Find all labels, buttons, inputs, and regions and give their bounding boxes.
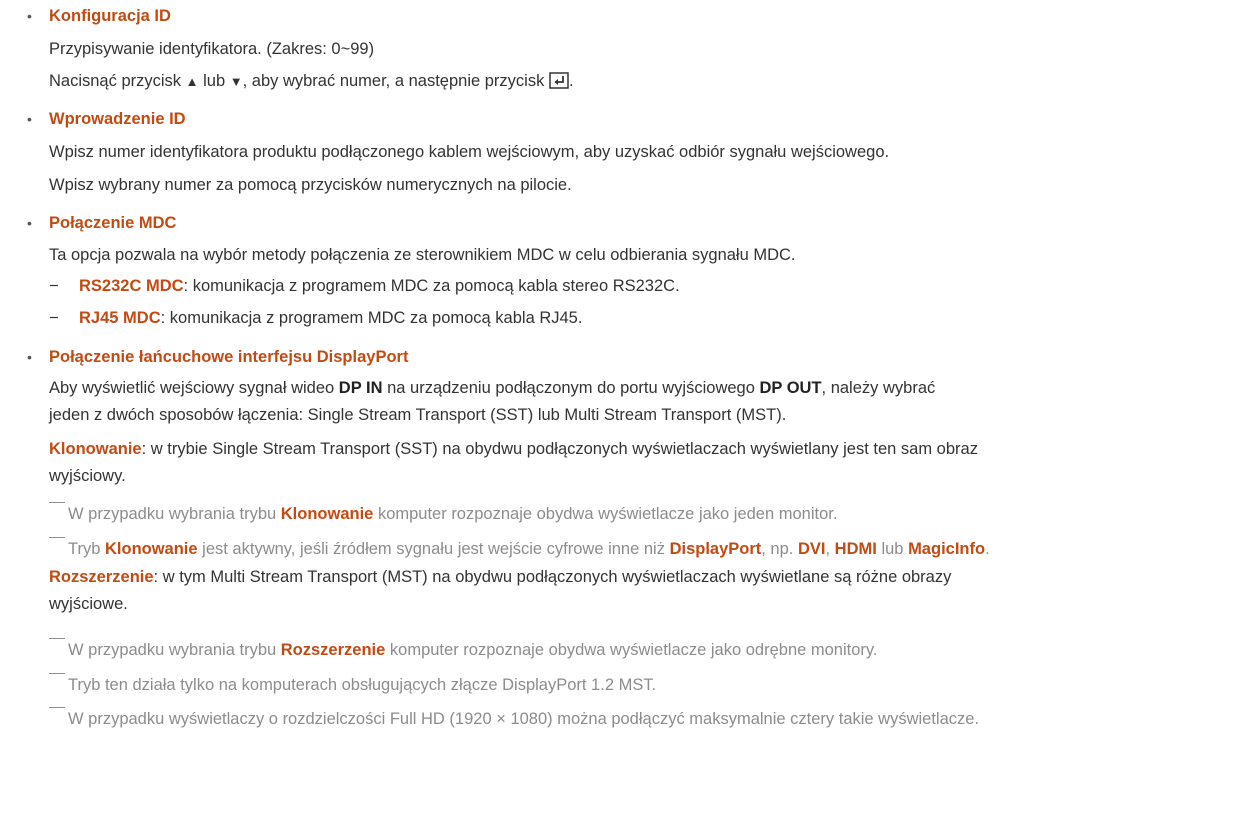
manual-page: • Konfiguracja ID Przypisywanie identyfi… xyxy=(0,0,1248,823)
up-arrow-icon: ▲ xyxy=(185,74,199,89)
bullet: • xyxy=(27,215,32,231)
bullet: • xyxy=(27,8,32,24)
note-icon xyxy=(49,537,65,550)
note-icon xyxy=(49,707,65,720)
section-title: Konfiguracja ID xyxy=(49,7,171,25)
note-icon xyxy=(49,502,65,515)
enter-key-icon xyxy=(549,71,569,97)
section-title: Połączenie łańcuchowe interfejsu Display… xyxy=(49,348,409,366)
note-icon xyxy=(49,673,65,686)
down-arrow-icon: ▼ xyxy=(229,74,243,89)
bullet: • xyxy=(27,111,32,127)
note-icon xyxy=(49,638,65,651)
dash: − xyxy=(49,277,59,295)
dash: − xyxy=(49,309,59,327)
section-title: Wprowadzenie ID xyxy=(49,110,186,128)
bullet: • xyxy=(27,349,32,365)
section-title: Połączenie MDC xyxy=(49,214,177,232)
